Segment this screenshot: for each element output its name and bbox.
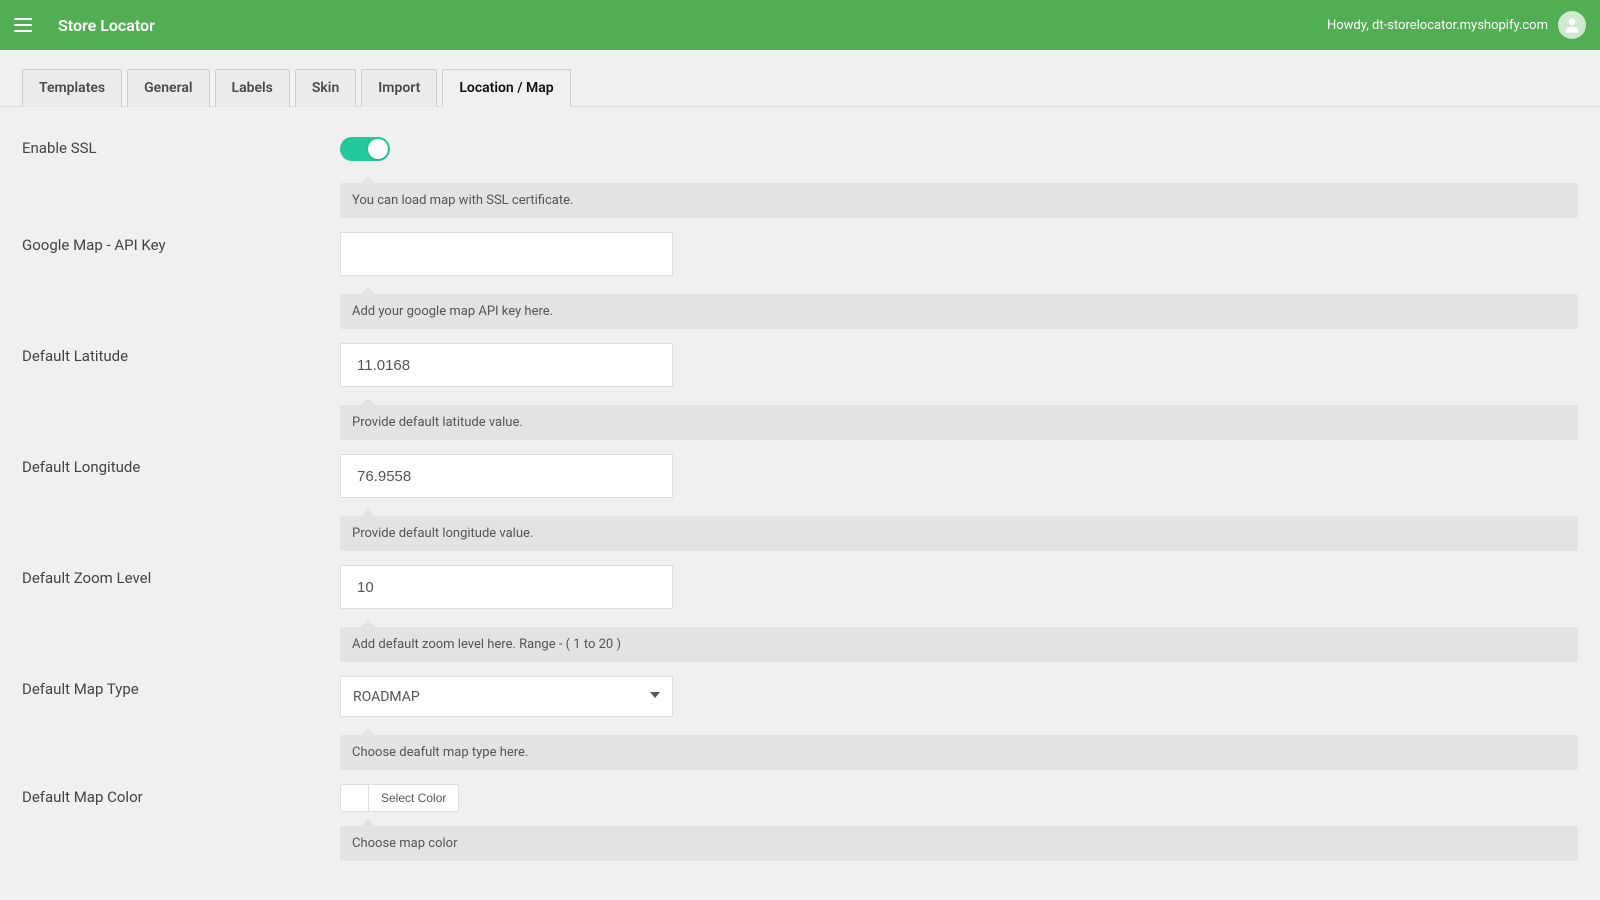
select-color-button[interactable]: Select Color [368,784,459,812]
input-api-key[interactable] [340,232,673,276]
input-default-zoom[interactable] [340,565,673,609]
user-icon [1562,15,1582,35]
hamburger-icon[interactable] [14,13,38,37]
form-area: Enable SSL You can load map with SSL cer… [0,107,1600,881]
row-default-map-color: Default Map Color Select Color Choose ma… [22,770,1578,861]
hint-api-key: Add your google map API key here. [340,294,1578,329]
label-default-map-type: Default Map Type [22,676,340,698]
label-default-zoom: Default Zoom Level [22,565,340,587]
label-default-lng: Default Longitude [22,454,340,476]
tab-location-map[interactable]: Location / Map [442,69,570,107]
app-header: Store Locator Howdy, dt-storelocator.mys… [0,0,1600,50]
row-api-key: Google Map - API Key Add your google map… [22,218,1578,329]
hint-default-map-type: Choose deafult map type here. [340,735,1578,770]
tab-general[interactable]: General [127,69,209,107]
toggle-enable-ssl[interactable] [340,137,390,161]
label-api-key: Google Map - API Key [22,232,340,254]
label-default-lat: Default Latitude [22,343,340,365]
color-picker: Select Color [340,784,1578,812]
select-default-map-type[interactable]: ROADMAP [340,676,673,717]
row-default-zoom: Default Zoom Level Add default zoom leve… [22,551,1578,662]
toggle-knob [368,139,388,159]
hint-default-map-color: Choose map color [340,826,1578,861]
greeting-text: Howdy, dt-storelocator.myshopify.com [1327,18,1548,33]
label-default-map-color: Default Map Color [22,784,340,806]
color-swatch[interactable] [340,784,368,812]
row-default-map-type: Default Map Type ROADMAP Choose deafult … [22,662,1578,770]
input-default-lat[interactable] [340,343,673,387]
tabs-row: Templates General Labels Skin Import Loc… [0,50,1600,107]
hint-default-zoom: Add default zoom level here. Range - ( 1… [340,627,1578,662]
tab-skin[interactable]: Skin [295,69,356,107]
select-value: ROADMAP [353,689,420,705]
hint-enable-ssl: You can load map with SSL certificate. [340,183,1578,218]
row-enable-ssl: Enable SSL You can load map with SSL cer… [22,117,1578,218]
app-title: Store Locator [58,16,155,35]
input-default-lng[interactable] [340,454,673,498]
tab-templates[interactable]: Templates [22,69,122,107]
tab-import[interactable]: Import [361,69,437,107]
row-default-lat: Default Latitude Provide default latitud… [22,329,1578,440]
tab-labels[interactable]: Labels [215,69,290,107]
avatar[interactable] [1558,11,1586,39]
row-default-lng: Default Longitude Provide default longit… [22,440,1578,551]
label-enable-ssl: Enable SSL [22,135,340,157]
hint-default-lng: Provide default longitude value. [340,516,1578,551]
chevron-down-icon [648,691,660,703]
hint-default-lat: Provide default latitude value. [340,405,1578,440]
